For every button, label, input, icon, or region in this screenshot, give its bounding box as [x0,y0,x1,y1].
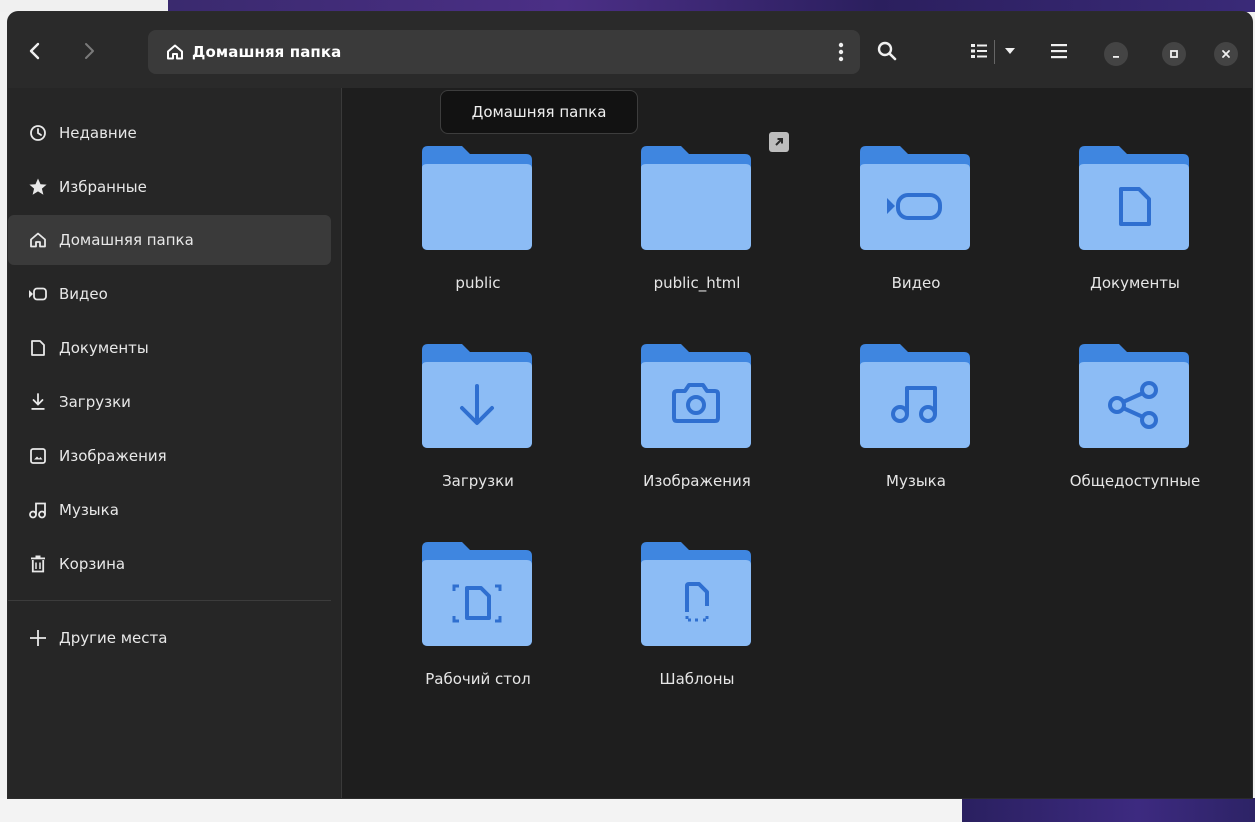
minimize-button[interactable] [1104,42,1128,66]
hamburger-menu-icon [1051,44,1067,59]
main-menu-button[interactable] [1044,34,1074,68]
templates-folder-icon [641,542,751,646]
minimize-icon [1113,56,1119,58]
sidebar: Недавние Избранные Домашняя папка Видео … [8,88,342,798]
sidebar-item-documents[interactable]: Документы [8,323,331,373]
sidebar-item-label: Изображения [59,447,167,465]
image-icon [27,445,49,467]
sidebar-item-starred[interactable]: Избранные [8,162,331,212]
public-share-folder-icon [1079,344,1189,448]
sidebar-item-label: Недавние [59,124,137,142]
video-folder-icon [860,146,970,250]
caret-down-icon [1005,48,1015,54]
back-button[interactable] [20,34,50,68]
file-item-music[interactable]: Музыка [836,294,996,490]
file-item-videos[interactable]: Видео [836,96,996,292]
sidebar-item-downloads[interactable]: Загрузки [8,377,331,427]
file-item-templates[interactable]: Шаблоны [617,492,777,688]
desktop-background-wallpaper [962,798,1255,822]
file-label: Рабочий стол [425,670,531,688]
sidebar-item-other-locations[interactable]: Другие места [8,613,331,663]
path-tooltip: Домашняя папка [440,90,638,134]
file-item-pictures[interactable]: Изображения [617,294,777,490]
sidebar-item-label: Музыка [59,501,119,519]
home-icon [27,229,49,251]
desktop-background-top [0,0,1255,12]
document-icon [27,337,49,359]
chevron-left-icon [29,42,40,60]
desktop-folder-icon [422,542,532,646]
view-button-divider [994,40,995,64]
sidebar-item-label: Домашняя папка [59,231,194,249]
file-label: public_html [653,274,741,292]
file-item-public-html[interactable]: public_html [617,96,789,292]
sidebar-item-label: Избранные [59,178,147,196]
view-options-dropdown[interactable] [998,34,1022,68]
path-bar[interactable]: Домашняя папка [148,30,860,74]
file-label: Шаблоны [659,670,735,688]
sidebar-item-label: Загрузки [59,393,131,411]
downloads-folder-icon [422,344,532,448]
search-button[interactable] [870,34,904,68]
music-folder-icon [860,344,970,448]
maximize-icon [1170,50,1178,58]
documents-folder-icon [1079,146,1189,250]
file-label: Документы [1090,274,1180,292]
file-item-public-share[interactable]: Общедоступные [1055,294,1215,490]
pictures-folder-icon [641,344,751,448]
list-view-icon [971,44,987,58]
path-crumb-home[interactable]: Домашняя папка [192,43,341,61]
sidebar-separator [8,600,331,601]
file-item-desktop[interactable]: Рабочий стол [398,492,558,688]
forward-button[interactable] [74,34,104,68]
sidebar-item-label: Документы [59,339,149,357]
file-label: Музыка [886,472,946,490]
file-label: public [455,274,501,292]
clock-icon [27,122,49,144]
folder-icon [422,146,532,250]
star-icon [27,176,49,198]
sidebar-item-pictures[interactable]: Изображения [8,431,331,481]
header-bar: Домашняя папка [8,12,1252,88]
home-icon [167,44,183,60]
close-icon [1222,50,1230,58]
close-button[interactable] [1214,42,1238,66]
download-icon [27,391,49,413]
video-icon [27,283,49,305]
file-label: Загрузки [442,472,514,490]
sidebar-item-trash[interactable]: Корзина [8,539,331,589]
more-options-icon[interactable] [838,42,844,62]
music-icon [27,499,49,521]
view-mode-button[interactable] [964,34,994,68]
file-item-documents[interactable]: Документы [1055,96,1215,292]
sidebar-item-home[interactable]: Домашняя папка [8,215,331,265]
folder-icon [641,146,751,250]
sidebar-item-label: Другие места [59,629,168,647]
file-grid: public public_html Видео Документы Загру… [342,88,1252,798]
file-label: Общедоступные [1069,472,1201,490]
file-item-downloads[interactable]: Загрузки [398,294,558,490]
file-manager-window: Домашняя папка Недавние Избранные Домашн… [8,12,1252,798]
sidebar-item-label: Видео [59,285,108,303]
maximize-button[interactable] [1162,42,1186,66]
sidebar-item-recent[interactable]: Недавние [8,108,331,158]
sidebar-item-music[interactable]: Музыка [8,485,331,535]
plus-icon [27,627,49,649]
sidebar-item-label: Корзина [59,555,126,573]
sidebar-item-videos[interactable]: Видео [8,269,331,319]
file-label: Изображения [643,472,751,490]
file-label: Видео [891,274,941,292]
trash-icon [27,553,49,575]
chevron-right-icon [85,43,94,59]
search-icon [877,41,897,61]
symlink-emblem-icon [769,132,789,152]
